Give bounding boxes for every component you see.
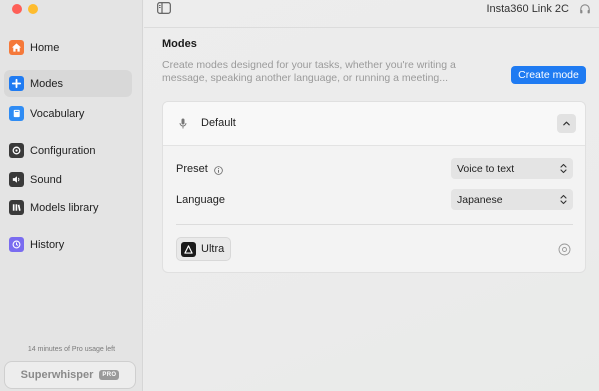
book-icon (9, 106, 24, 121)
mode-card-header[interactable]: Default (163, 102, 585, 146)
plus-icon (9, 76, 24, 91)
collapse-button[interactable] (557, 114, 576, 133)
page-title: Modes (162, 38, 197, 50)
sidebar-item-label: History (30, 238, 65, 251)
sidebar-item-label: Models library (30, 201, 99, 214)
chevron-up-down-icon (560, 163, 567, 174)
preset-label: Preset (176, 163, 208, 175)
sidebar-item-modes[interactable]: Modes (4, 70, 132, 97)
speaker-icon (9, 172, 24, 187)
sidebar-item-configuration[interactable]: Configuration (4, 137, 132, 164)
superwhisper-pro-button[interactable]: Superwhisper PRO (4, 361, 136, 389)
gear-icon (9, 143, 24, 158)
sidebar-item-models-library[interactable]: Models library (4, 194, 132, 221)
model-name: Ultra (201, 243, 225, 255)
divider (176, 224, 573, 225)
model-logo-icon (181, 241, 196, 257)
history-icon (9, 237, 24, 252)
sidebar: Home Modes Vocabulary Configuration Soun… (0, 0, 143, 391)
headphone-icon[interactable] (579, 3, 591, 15)
main-content: Insta360 Link 2C Modes Create modes desi… (144, 0, 599, 391)
library-icon (9, 200, 24, 215)
sidebar-item-home[interactable]: Home (4, 34, 132, 61)
mode-name: Default (201, 117, 236, 129)
chevron-up-icon (563, 121, 570, 126)
preset-select[interactable]: Voice to text (451, 158, 573, 179)
sidebar-item-label: Home (30, 41, 60, 54)
language-label: Language (176, 194, 225, 206)
preset-value: Voice to text (457, 162, 515, 175)
close-window-button[interactable] (12, 4, 22, 14)
chevron-up-down-icon (560, 194, 567, 205)
pro-usage-note: 14 minutes of Pro usage left (27, 346, 116, 353)
sidebar-item-label: Sound (30, 173, 62, 186)
home-icon (9, 40, 24, 55)
language-select[interactable]: Japanese (451, 189, 573, 210)
microphone-icon (179, 118, 187, 129)
sidebar-item-sound[interactable]: Sound (4, 166, 132, 193)
sidebar-item-history[interactable]: History (4, 231, 132, 258)
window-controls (12, 4, 38, 14)
pro-badge: PRO (99, 370, 120, 380)
info-icon[interactable] (214, 166, 223, 175)
model-selector[interactable]: Ultra (176, 237, 231, 261)
sidebar-toggle-icon[interactable] (157, 2, 171, 14)
sidebar-item-label: Configuration (30, 144, 96, 157)
brand-name: Superwhisper (20, 369, 94, 381)
page-description: Create modes designed for your tasks, wh… (162, 59, 456, 84)
create-mode-button[interactable]: Create mode (511, 66, 586, 84)
model-settings-icon[interactable] (558, 243, 571, 256)
mode-card: Default Preset Voice to text Language Ja… (162, 101, 586, 273)
language-value: Japanese (457, 193, 503, 206)
sidebar-item-label: Modes (30, 77, 64, 90)
device-name[interactable]: Insta360 Link 2C (486, 3, 569, 15)
minimize-window-button[interactable] (28, 4, 38, 14)
sidebar-item-vocabulary[interactable]: Vocabulary (4, 100, 132, 127)
top-bar: Insta360 Link 2C (144, 0, 599, 28)
sidebar-item-label: Vocabulary (30, 107, 85, 120)
